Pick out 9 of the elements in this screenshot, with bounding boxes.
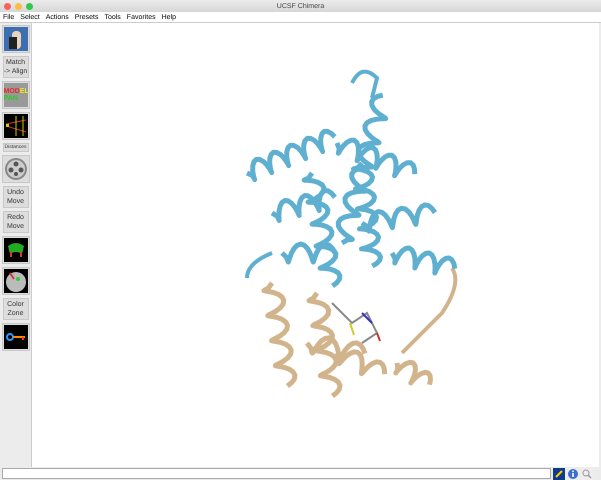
sphere-icon[interactable] [4,269,28,293]
pencil-icon[interactable] [553,468,565,480]
info-icon[interactable] [567,468,579,480]
key-icon[interactable] [4,325,28,349]
film-reel-icon[interactable] [4,157,28,181]
distance-lines-icon[interactable] [4,114,28,138]
molecular-surface-icon[interactable] [4,238,28,262]
figure-icon[interactable] [4,27,28,51]
command-field[interactable] [2,468,551,479]
